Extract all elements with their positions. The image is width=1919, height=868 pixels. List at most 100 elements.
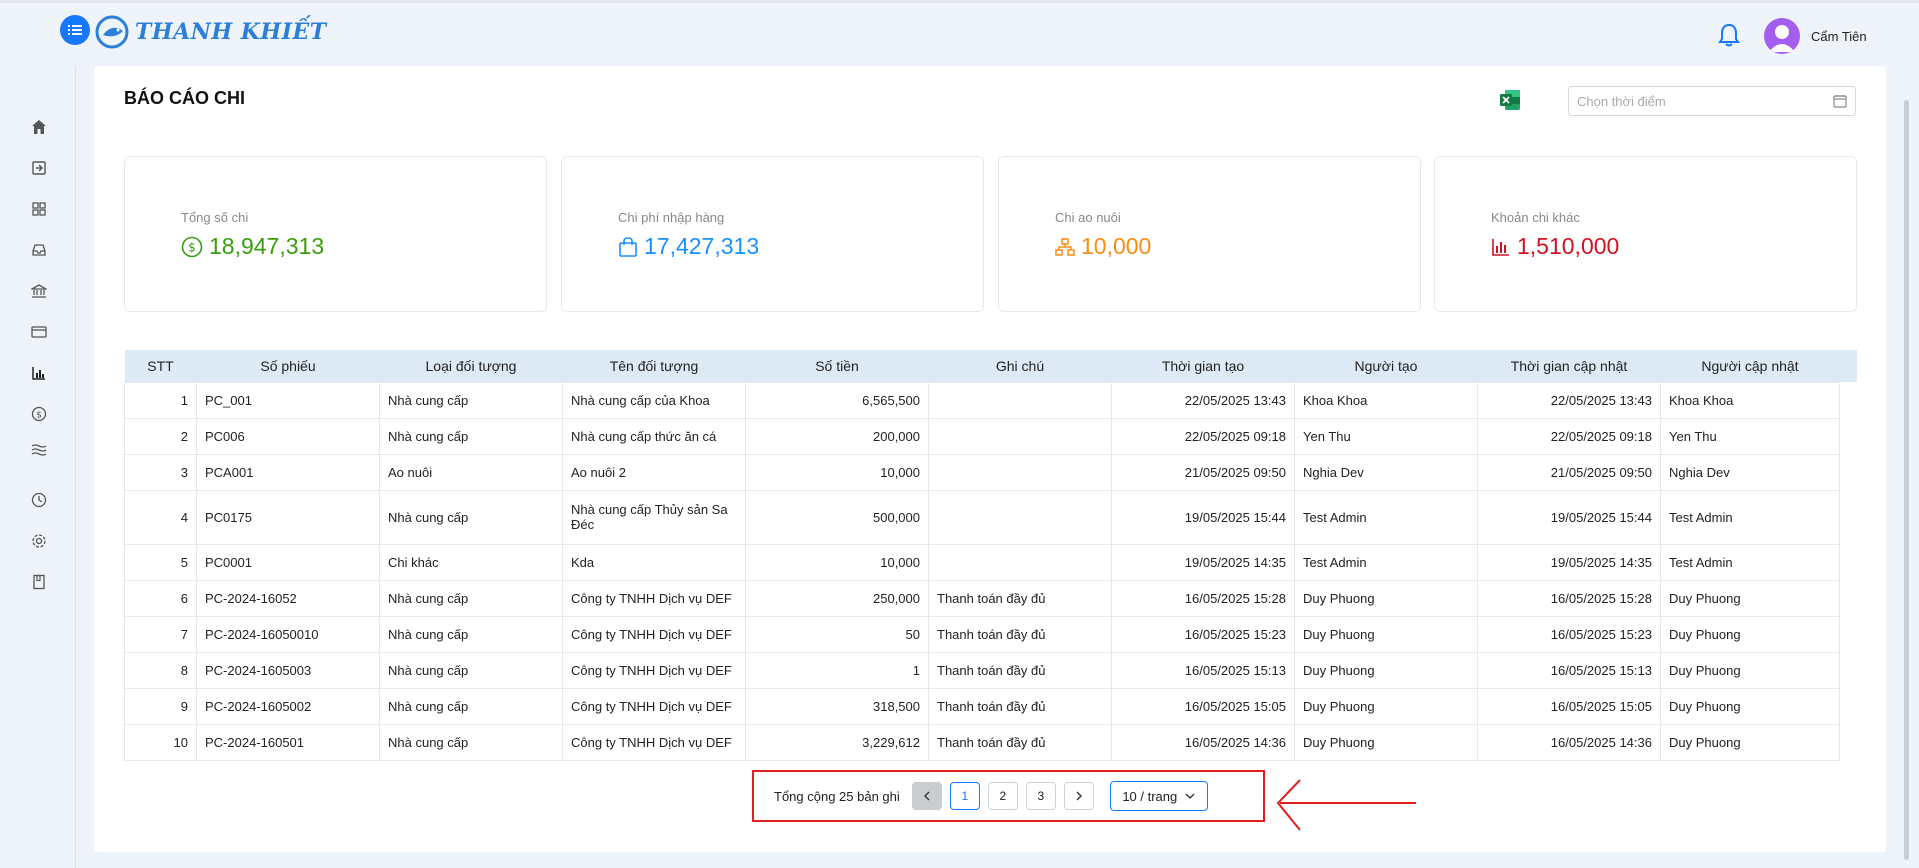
cluster-icon (1055, 237, 1075, 256)
date-picker[interactable] (1568, 86, 1856, 116)
sidebar-item-bank[interactable] (28, 280, 50, 302)
cell-created-by: Test Admin (1294, 489, 1478, 545)
cell-stt: 3 (124, 453, 197, 491)
sidebar-item-dashboard[interactable] (28, 198, 50, 220)
grid-icon (32, 202, 46, 216)
sidebar-item-settings[interactable] (28, 530, 50, 552)
app-logo[interactable]: THANH KHIẾT (95, 15, 327, 49)
column-header[interactable]: Ghi chú (929, 350, 1112, 382)
column-header[interactable]: Tên đối tượng (563, 350, 746, 382)
cell-created-by: Duy Phuong (1294, 615, 1478, 653)
next-page-button[interactable] (1063, 782, 1094, 810)
expense-table: STT Số phiếu Loại đối tượng Tên đối tượn… (124, 350, 1840, 761)
fish-logo-icon (95, 15, 129, 49)
cell-receipt-no: PC0175 (196, 489, 380, 545)
cell-receipt-no: PC-2024-160501 (196, 723, 380, 761)
table-row[interactable]: 4 PC0175 Nhà cung cấp Nhà cung cấp Thủy … (124, 489, 1840, 545)
table-row[interactable]: 9 PC-2024-1605002 Nhà cung cấp Công ty T… (124, 687, 1840, 725)
cell-note: Thanh toán đầy đủ (928, 651, 1112, 689)
page-button-2[interactable]: 2 (987, 782, 1018, 810)
cell-amount: 10,000 (745, 543, 929, 581)
username[interactable]: Cẩm Tiên (1811, 29, 1867, 44)
shopping-bag-icon (619, 236, 637, 257)
sidebar-item-inbox[interactable] (28, 239, 50, 261)
cell-stt: 6 (124, 579, 197, 617)
table-row[interactable]: 1 PC_001 Nhà cung cấp Nhà cung cấp của K… (124, 381, 1840, 419)
cell-updated-by: Duy Phuong (1660, 615, 1840, 653)
table-row[interactable]: 8 PC-2024-1605003 Nhà cung cấp Công ty T… (124, 651, 1840, 689)
sidebar-item-home[interactable] (28, 116, 50, 138)
table-row[interactable]: 5 PC0001 Chi khác Kda 10,000 19/05/2025 … (124, 543, 1840, 581)
menu-toggle-button[interactable] (60, 15, 90, 45)
page-size-select[interactable]: 10 / trang (1109, 781, 1208, 811)
sidebar-item-card[interactable] (28, 321, 50, 343)
date-input[interactable] (1577, 93, 1833, 109)
cell-stt: 4 (124, 489, 197, 545)
cell-created-at: 16/05/2025 15:28 (1111, 579, 1295, 617)
cell-object-name: Kda (562, 543, 746, 581)
cell-object-type: Nhà cung cấp (379, 687, 563, 725)
stat-value: 17,427,313 (644, 233, 760, 259)
water-icon (31, 444, 47, 456)
cell-object-type: Nhà cung cấp (379, 615, 563, 653)
cell-note: Thanh toán đầy đủ (928, 579, 1112, 617)
sidebar-item-history[interactable] (28, 489, 50, 511)
cell-note: Thanh toán đầy đủ (928, 687, 1112, 725)
notification-button[interactable] (1718, 23, 1740, 52)
inbox-icon (32, 244, 46, 256)
export-excel-button[interactable] (1498, 88, 1522, 112)
cell-updated-at: 19/05/2025 15:44 (1477, 489, 1661, 545)
cell-stt: 5 (124, 543, 197, 581)
cell-created-by: Duy Phuong (1294, 579, 1478, 617)
avatar[interactable] (1764, 18, 1800, 54)
column-header[interactable]: Người cập nhật (1661, 350, 1840, 382)
column-header[interactable]: Số phiếu (197, 350, 380, 382)
sidebar-item-pond[interactable] (28, 439, 50, 461)
column-header[interactable]: Thời gian cập nhật (1478, 350, 1661, 382)
cell-receipt-no: PC-2024-1605002 (196, 687, 380, 725)
top-header: THANH KHIẾT Cẩm Tiên (0, 0, 1919, 66)
cell-created-at: 21/05/2025 09:50 (1111, 453, 1295, 491)
cell-receipt-no: PCA001 (196, 453, 380, 491)
pagination-total: Tổng cộng 25 bản ghi (774, 788, 900, 804)
cell-amount: 50 (745, 615, 929, 653)
cell-created-by: Duy Phuong (1294, 687, 1478, 725)
report-card: BÁO CÁO CHI Tổng số chi $ 18,947,313 Chi… (94, 66, 1886, 852)
dollar-icon: $ (31, 406, 47, 422)
column-header[interactable]: Người tạo (1295, 350, 1478, 382)
prev-page-button[interactable] (911, 782, 942, 810)
user-icon (1769, 25, 1795, 52)
table-row[interactable]: 6 PC-2024-16052 Nhà cung cấp Công ty TNH… (124, 579, 1840, 617)
page-button-3[interactable]: 3 (1025, 782, 1056, 810)
cell-updated-by: Duy Phuong (1660, 651, 1840, 689)
page-button-1[interactable]: 1 (949, 782, 980, 810)
cell-updated-at: 19/05/2025 14:35 (1477, 543, 1661, 581)
cell-updated-by: Khoa Khoa (1660, 381, 1840, 419)
cell-object-name: Nhà cung cấp của Khoa (562, 381, 746, 419)
table-row[interactable]: 10 PC-2024-160501 Nhà cung cấp Công ty T… (124, 723, 1840, 761)
table-row[interactable]: 2 PC006 Nhà cung cấp Nhà cung cấp thức ă… (124, 417, 1840, 455)
column-header[interactable]: Loại đối tượng (380, 350, 563, 382)
stat-value: 10,000 (1081, 233, 1152, 259)
cell-object-type: Nhà cung cấp (379, 417, 563, 455)
cell-note: Thanh toán đầy đủ (928, 615, 1112, 653)
sidebar-item-report[interactable] (28, 362, 50, 384)
bell-icon (1718, 23, 1740, 47)
scrollbar-thumb[interactable] (1904, 100, 1909, 860)
cell-amount: 6,565,500 (745, 381, 929, 419)
column-header[interactable]: Thời gian tạo (1112, 350, 1295, 382)
table-row[interactable]: 7 PC-2024-16050010 Nhà cung cấp Công ty … (124, 615, 1840, 653)
page-size-value: 10 / trang (1122, 788, 1178, 804)
column-header[interactable]: STT (125, 350, 197, 382)
pagination: Tổng cộng 25 bản ghi 1 2 3 10 / trang (752, 770, 1265, 822)
cell-updated-by: Duy Phuong (1660, 723, 1840, 761)
cell-amount: 1 (745, 651, 929, 689)
chevron-left-icon (923, 791, 930, 801)
table-row[interactable]: 3 PCA001 Ao nuôi Ao nuôi 2 10,000 21/05/… (124, 453, 1840, 491)
sidebar-item-finance[interactable]: $ (28, 403, 50, 425)
column-header[interactable]: Số tiền (746, 350, 929, 382)
cell-note (928, 381, 1112, 419)
sidebar-item-import[interactable] (28, 157, 50, 179)
cell-stt: 1 (124, 381, 197, 419)
sidebar-item-book[interactable] (28, 571, 50, 593)
